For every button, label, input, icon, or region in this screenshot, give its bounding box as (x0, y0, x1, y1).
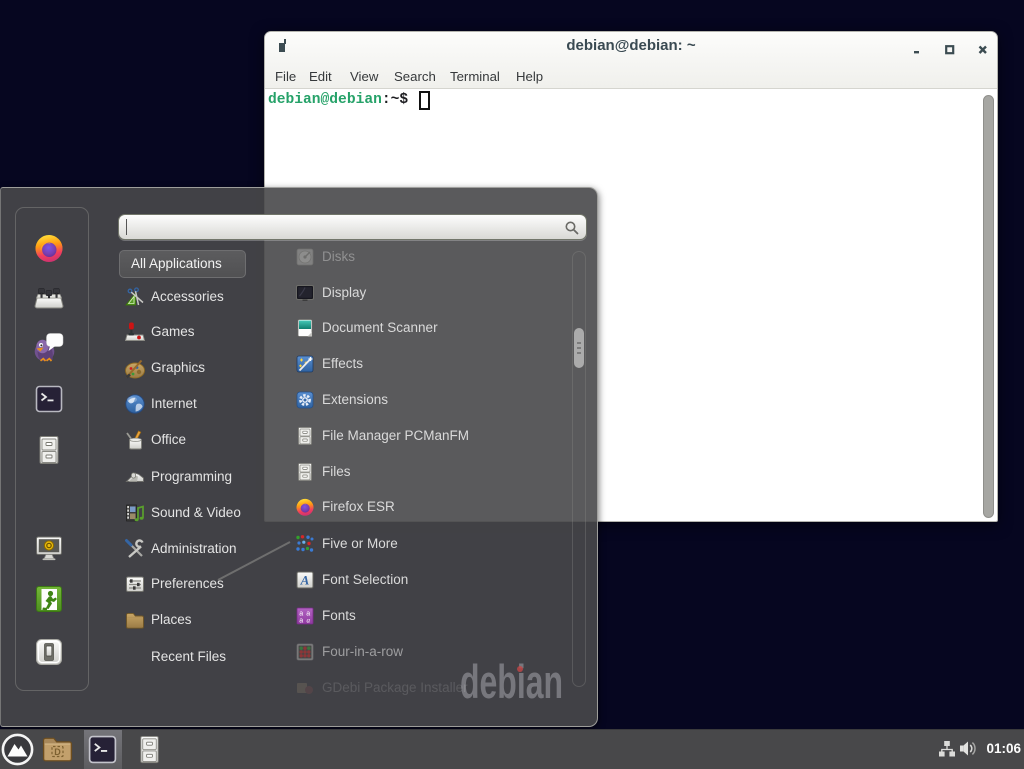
svg-text:A: A (300, 572, 310, 587)
svg-text:D: D (54, 747, 61, 757)
svg-text:a: a (299, 617, 303, 624)
svg-text:a: a (306, 616, 310, 624)
svg-text:a: a (299, 610, 303, 617)
